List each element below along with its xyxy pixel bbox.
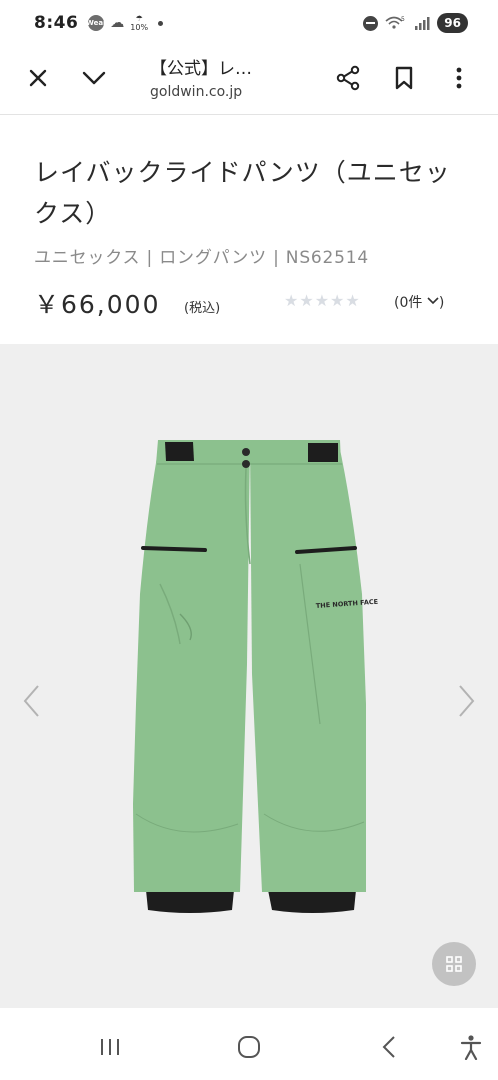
product-title: レイバックライドパンツ（ユニセックス）: [34, 158, 451, 228]
wifi-icon: 5: [385, 16, 405, 29]
wear-icon: Wear: [86, 15, 107, 31]
back-button[interactable]: [374, 1032, 404, 1062]
toolbar-divider: [0, 114, 498, 115]
tax-note: (税込): [184, 301, 221, 316]
grid-icon: [446, 956, 462, 972]
recent-apps-icon: [101, 1039, 119, 1055]
review-count-close: ): [438, 295, 445, 311]
battery-indicator: 96: [437, 13, 468, 33]
signal-icon: [415, 17, 430, 30]
home-icon: [238, 1036, 260, 1058]
do-not-disturb-icon: [363, 15, 379, 31]
bookmark-button[interactable]: [386, 60, 422, 96]
product-price: ￥66,000: [34, 290, 161, 319]
weather-temp-value: 10%: [130, 23, 149, 32]
star-icon: ★: [284, 291, 299, 310]
accessibility-icon: [460, 1035, 482, 1060]
chevron-right-icon: [459, 685, 475, 717]
more-vert-icon: [456, 67, 462, 89]
status-bar: 8:46 Wear ☁ ☂ 10% 5 96: [0, 0, 498, 46]
back-icon: [382, 1036, 395, 1058]
page-title-area[interactable]: 【公式】レ… goldwin.co.jp: [150, 54, 320, 100]
product-image-carousel[interactable]: THE NORTH FACE: [0, 344, 498, 1008]
status-notification-icons: Wear ☁ ☂ 10%: [86, 14, 164, 32]
wifi-label: 5: [401, 16, 405, 23]
notification-dot-icon: [158, 20, 164, 26]
star-icon: ★: [345, 291, 360, 310]
weather-icon: ☁: [110, 15, 125, 31]
star-icon: ★: [314, 291, 330, 310]
review-count-toggle[interactable]: (0件 ): [394, 292, 444, 312]
image-grid-button[interactable]: [432, 942, 476, 986]
chevron-down-icon: [427, 297, 439, 305]
accessibility-button[interactable]: [456, 1032, 486, 1062]
product-image: THE NORTH FACE: [133, 440, 378, 913]
more-options-button[interactable]: [441, 60, 477, 96]
star-icon: ★: [330, 291, 345, 310]
page-title: 【公式】レ…: [150, 59, 252, 79]
status-time: 8:46: [34, 13, 79, 33]
system-navigation-bar: [0, 1008, 498, 1080]
chevron-left-icon: [23, 685, 39, 717]
recent-apps-button[interactable]: [95, 1032, 125, 1062]
bookmark-icon: [395, 66, 413, 90]
weather-temp: ☂ 10%: [130, 14, 148, 32]
star-icon: ★: [299, 291, 314, 310]
close-icon: [29, 69, 47, 87]
chevron-down-icon: [82, 71, 106, 85]
expand-button[interactable]: [76, 60, 112, 96]
prev-image-button[interactable]: [16, 681, 46, 721]
rating-stars[interactable]: ★ ★ ★ ★ ★: [284, 291, 360, 311]
close-button[interactable]: [20, 60, 56, 96]
share-icon: [336, 65, 360, 91]
page-domain: goldwin.co.jp: [150, 84, 243, 100]
status-system-icons: 5 96: [363, 13, 468, 33]
weather-glyph-small: ☂: [135, 14, 143, 23]
home-button[interactable]: [234, 1032, 264, 1062]
share-button[interactable]: [330, 60, 366, 96]
product-category[interactable]: ユニセックス | ロングパンツ | NS62514: [34, 243, 369, 268]
browser-toolbar: 【公式】レ… goldwin.co.jp: [0, 46, 498, 112]
next-image-button[interactable]: [452, 681, 482, 721]
review-count: (0件: [394, 295, 423, 311]
